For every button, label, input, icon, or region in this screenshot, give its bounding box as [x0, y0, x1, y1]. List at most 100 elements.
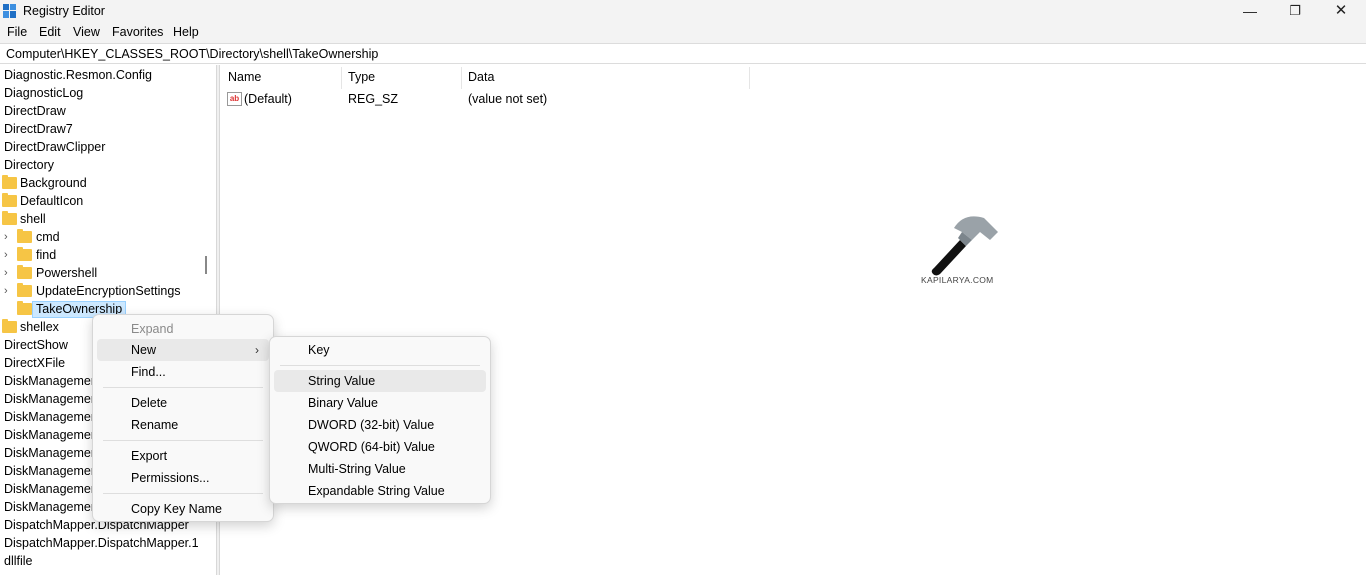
- tree-item-find[interactable]: › find: [0, 246, 200, 264]
- tree-item-background[interactable]: Background: [0, 174, 200, 192]
- tree-item-label: DirectShow: [4, 338, 68, 352]
- column-header-type[interactable]: Type: [348, 70, 375, 84]
- tree-item-label: Background: [20, 176, 87, 190]
- menu-item-label: New: [131, 343, 157, 357]
- menu-item-label: Rename: [131, 418, 179, 432]
- menu-item-label: Permissions...: [131, 471, 210, 485]
- menu-item-find[interactable]: Find...: [97, 361, 269, 383]
- menu-item-label: Copy Key Name: [131, 502, 223, 516]
- value-data: (value not set): [468, 92, 548, 106]
- menu-item-delete[interactable]: Delete: [97, 392, 269, 414]
- menu-item-copy-key-name[interactable]: Copy Key Name: [97, 498, 269, 520]
- minimize-button[interactable]: —: [1227, 0, 1273, 23]
- tree-item-label: DiskManagemen: [4, 410, 98, 424]
- menu-item-export[interactable]: Export: [97, 445, 269, 467]
- tree-item-label: DirectXFile: [4, 356, 66, 370]
- tree-item-label: shellex: [20, 320, 59, 334]
- submenu-item-key[interactable]: Key: [274, 339, 486, 361]
- tree-item-label: DiskManagemen: [4, 428, 98, 442]
- folder-icon: [17, 229, 32, 243]
- chevron-right-icon[interactable]: ›: [4, 228, 8, 246]
- tree-item-label: dllfile: [4, 554, 33, 568]
- submenu-item-string-value[interactable]: String Value: [274, 370, 486, 392]
- folder-icon: [2, 175, 17, 189]
- menu-item-label: String Value: [308, 374, 376, 388]
- address-path[interactable]: Computer\HKEY_CLASSES_ROOT\Directory\she…: [6, 47, 378, 61]
- tree-item-label: DirectDrawClipper: [4, 140, 106, 154]
- string-value-icon: ab: [227, 92, 242, 106]
- menu-item-rename[interactable]: Rename: [97, 414, 269, 436]
- menu-item-label: Expand: [131, 322, 174, 336]
- folder-open-icon: [2, 211, 17, 225]
- submenu-item-qword-value[interactable]: QWORD (64-bit) Value: [274, 436, 486, 458]
- menu-item-label: Export: [131, 449, 168, 463]
- chevron-right-icon: ›: [255, 343, 259, 357]
- column-divider[interactable]: [461, 67, 462, 89]
- context-menu: Expand New › Find... Delete Rename Expor…: [92, 314, 274, 522]
- menu-favorites[interactable]: Favorites: [112, 25, 163, 39]
- tree-item-label: DiskManagemen: [4, 374, 98, 388]
- menu-item-expand[interactable]: Expand: [97, 318, 269, 340]
- column-header-data[interactable]: Data: [468, 70, 494, 84]
- folder-icon: [2, 193, 17, 207]
- tree-item-label: DiskManagemen: [4, 392, 98, 406]
- menu-item-new[interactable]: New ›: [97, 339, 269, 361]
- tree-item-label: DiskManagemen: [4, 500, 98, 514]
- menu-item-label: QWORD (64-bit) Value: [308, 440, 435, 454]
- tree-item-cmd[interactable]: › cmd: [0, 228, 200, 246]
- menu-item-permissions[interactable]: Permissions...: [97, 467, 269, 489]
- tree-item-label: DiskManagemen: [4, 482, 98, 496]
- submenu-item-binary-value[interactable]: Binary Value: [274, 392, 486, 414]
- menu-item-label: Find...: [131, 365, 166, 379]
- folder-icon: [17, 247, 32, 261]
- column-divider[interactable]: [341, 67, 342, 89]
- tree-item-shell[interactable]: shell: [0, 210, 200, 228]
- menu-file[interactable]: File: [7, 25, 27, 39]
- tree-item-label: Directory: [4, 158, 55, 172]
- menu-separator: [280, 365, 480, 366]
- title-bar: Registry Editor — ❐ ✕: [0, 0, 1366, 23]
- registry-editor-icon: [3, 4, 16, 18]
- menu-bar: File Edit View Favorites Help: [0, 23, 1366, 43]
- tree-scrollbar-thumb[interactable]: [205, 256, 207, 274]
- chevron-right-icon[interactable]: ›: [4, 282, 8, 300]
- column-divider[interactable]: [749, 67, 750, 89]
- menu-view[interactable]: View: [73, 25, 100, 39]
- chevron-right-icon[interactable]: ›: [4, 264, 8, 282]
- address-bar[interactable]: Computer\HKEY_CLASSES_ROOT\Directory\she…: [0, 43, 1366, 64]
- watermark-text: KAPILARYA.COM: [921, 275, 994, 285]
- menu-item-label: Key: [308, 343, 330, 357]
- menu-help[interactable]: Help: [173, 25, 199, 39]
- submenu-item-expandable-string-value[interactable]: Expandable String Value: [274, 480, 486, 502]
- tree-item-label: shell: [20, 212, 46, 226]
- value-type: REG_SZ: [348, 92, 399, 106]
- tree-item-defaulticon[interactable]: DefaultIcon: [0, 192, 200, 210]
- menu-item-label: Delete: [131, 396, 168, 410]
- tree-item-label: DirectDraw7: [4, 122, 73, 136]
- chevron-right-icon[interactable]: ›: [4, 246, 8, 264]
- window-title: Registry Editor: [23, 4, 105, 18]
- tree-item-label: cmd: [36, 230, 60, 244]
- tree-item-label: Diagnostic.Resmon.Config: [4, 68, 152, 82]
- tree-item-label: DiagnosticLog: [4, 86, 84, 100]
- submenu-item-multi-string-value[interactable]: Multi-String Value: [274, 458, 486, 480]
- folder-icon: [2, 319, 17, 333]
- menu-item-label: Multi-String Value: [308, 462, 406, 476]
- tree-item-label: Powershell: [36, 266, 98, 280]
- menu-separator: [103, 493, 263, 494]
- tree-item-label: UpdateEncryptionSettings: [36, 284, 181, 298]
- maximize-button[interactable]: ❐: [1272, 0, 1318, 23]
- tree-item-updateencryptionsettings[interactable]: › UpdateEncryptionSettings: [0, 282, 200, 300]
- tree-item-label: find: [36, 248, 57, 262]
- value-name: (Default): [244, 92, 292, 106]
- menu-edit[interactable]: Edit: [39, 25, 61, 39]
- menu-item-label: Expandable String Value: [308, 484, 445, 498]
- tree-item-label: DispatchMapper.DispatchMapper.1: [4, 536, 199, 550]
- tree-item-powershell[interactable]: › Powershell: [0, 264, 200, 282]
- tree-item-label: DiskManagemen: [4, 464, 98, 478]
- column-header-name[interactable]: Name: [228, 70, 261, 84]
- new-submenu: Key String Value Binary Value DWORD (32-…: [269, 336, 491, 504]
- close-button[interactable]: ✕: [1318, 0, 1364, 23]
- submenu-item-dword-value[interactable]: DWORD (32-bit) Value: [274, 414, 486, 436]
- folder-icon: [17, 301, 32, 315]
